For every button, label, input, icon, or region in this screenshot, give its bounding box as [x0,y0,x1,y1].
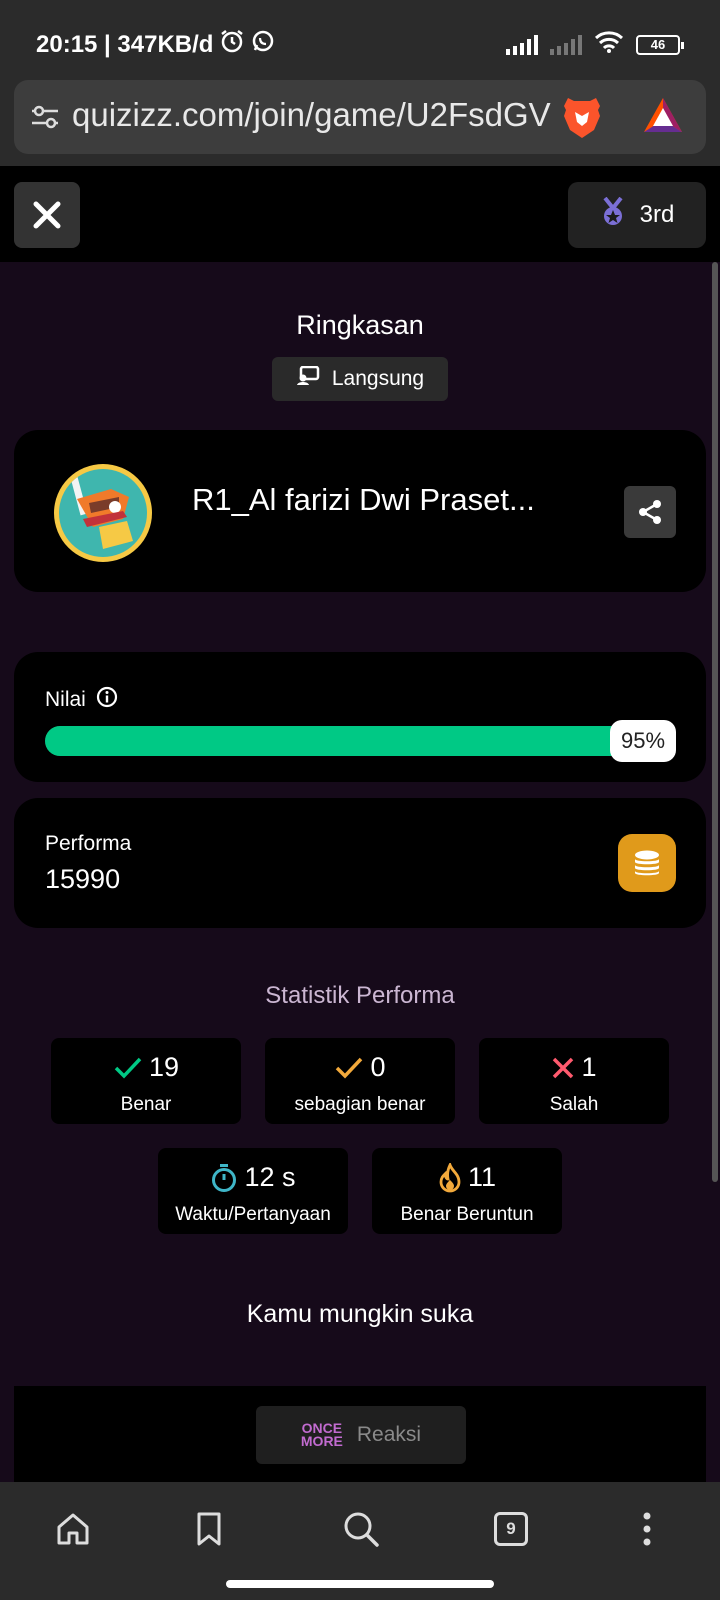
check-icon [114,1057,142,1079]
stat-wrong-label: Salah [549,1094,599,1115]
flame-icon [439,1162,461,1192]
signal-icon [506,34,538,55]
stat-partial: 0 sebagian benar [265,1038,455,1124]
tabs-button[interactable]: 9 [486,1504,536,1554]
performance-value: 15990 [45,864,121,894]
stat-time-value: 12 s [244,1162,296,1192]
player-name: R1_Al farizi Dwi Praset... [192,482,535,517]
player-card: R1_Al farizi Dwi Praset... [14,430,706,592]
stat-time-per-question: 12 s Waktu/Pertanyaan [158,1148,348,1234]
quiz-header: 3rd [0,166,720,262]
status-bar: 20:15 | 347KB/d 46 [0,0,720,80]
page-title: Ringkasan [296,310,424,340]
stopwatch-icon [212,1163,237,1192]
rank-label: 3rd [639,201,675,228]
home-gesture-bar[interactable] [226,1580,494,1588]
reaction-bar: ONCE MORE Reaksi [14,1386,706,1482]
site-settings-icon[interactable] [30,102,60,137]
stat-partial-label: sebagian benar [294,1094,426,1115]
reaction-label: Reaksi [356,1423,422,1446]
share-button[interactable] [624,486,676,538]
browser-bottom-nav: 9 [0,1482,720,1572]
mode-label: Langsung [331,367,425,390]
score-progress-bar [45,726,675,756]
share-icon [639,500,661,524]
brave-rewards-icon[interactable] [642,96,684,139]
alarm-icon [219,28,245,61]
whatsapp-icon [251,29,275,60]
stat-correct: 19 Benar [51,1038,241,1124]
browser-toolbar: quizizz.com/join/game/U2FsdGVkX1 [0,80,720,166]
score-card: Nilai 95% [14,652,706,782]
coins-icon [618,834,676,892]
battery-icon: 46 [636,34,684,55]
stat-correct-label: Benar [120,1094,172,1115]
info-icon[interactable] [96,686,118,714]
score-label-row: Nilai [45,686,118,714]
stat-streak-label: Benar Beruntun [400,1204,534,1225]
performance-label: Performa [45,832,132,855]
stat-time-label: Waktu/Pertanyaan [175,1204,331,1225]
stat-partial-value: 0 [370,1052,386,1082]
stat-correct-value: 19 [148,1052,180,1082]
time-and-speed: 20:15 | 347KB/d [36,30,214,58]
reaction-button[interactable]: ONCE MORE Reaksi [256,1406,466,1464]
status-right: 46 [506,30,684,59]
more-vertical-icon [643,1512,651,1546]
close-button[interactable] [14,182,80,248]
live-mode-icon [296,365,320,392]
avatar [54,464,152,562]
close-icon [33,201,61,229]
stat-wrong-value: 1 [581,1052,597,1082]
cross-icon [553,1057,574,1078]
stat-streak: 11 Benar Beruntun [372,1148,562,1234]
menu-button[interactable] [622,1504,672,1554]
battery-level: 46 [650,37,666,52]
tab-count: 9 [494,1512,528,1546]
stats-title: Statistik Performa [265,982,455,1009]
scrollbar[interactable] [712,262,718,1182]
gesture-area [0,1572,720,1600]
signal-secondary-icon [550,34,582,55]
suggestions-title: Kamu mungkin suka [246,1300,474,1328]
partial-check-icon [336,1057,363,1079]
medal-icon [600,196,626,234]
score-percent: 95% [610,720,676,762]
address-bar[interactable]: quizizz.com/join/game/U2FsdGVkX1 [14,80,706,154]
status-left: 20:15 | 347KB/d [36,28,275,61]
stat-streak-value: 11 [467,1162,497,1192]
stat-wrong: 1 Salah [479,1038,669,1124]
bookmarks-button[interactable] [184,1504,234,1554]
home-button[interactable] [48,1504,98,1554]
mode-badge: Langsung [272,357,448,401]
bookmark-icon [197,1512,221,1546]
rank-button[interactable]: 3rd [568,182,706,248]
summary-page[interactable]: Ringkasan Langsung R1_Al farizi Dwi Pras… [0,262,720,1482]
wifi-icon [594,30,624,59]
url-text[interactable]: quizizz.com/join/game/U2FsdGVkX1 [72,96,552,134]
performance-card: Performa 15990 [14,798,706,928]
score-label: Nilai [45,688,86,711]
score-progress-fill [45,726,644,756]
once-more-logo: ONCE MORE [300,1420,343,1449]
search-icon [344,1512,379,1547]
home-icon [57,1513,89,1545]
search-button[interactable] [336,1504,386,1554]
brave-shields-icon[interactable] [560,94,604,145]
